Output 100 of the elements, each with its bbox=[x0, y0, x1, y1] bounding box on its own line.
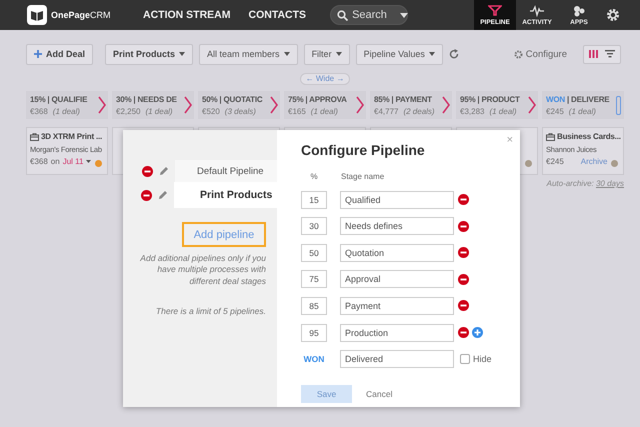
deal-count: (1 deal) bbox=[568, 107, 596, 116]
cancel-button[interactable]: Cancel bbox=[366, 389, 392, 400]
percent-field[interactable]: 15 bbox=[301, 190, 327, 209]
pipeline-tab[interactable]: Print Products bbox=[174, 182, 277, 208]
help-text: Add aditional pipelines only if you have multiple processes with different deal stages bbox=[139, 252, 267, 288]
stage-name-field[interactable]: Qualified bbox=[340, 190, 454, 209]
hide-label: Hide bbox=[473, 354, 492, 364]
chevron-icon bbox=[98, 96, 106, 114]
stage-percent: 50% bbox=[202, 95, 218, 104]
columns-view-button[interactable] bbox=[589, 50, 599, 58]
stage-percent: 30% bbox=[116, 95, 132, 104]
stage-percent: 95% bbox=[460, 95, 476, 104]
percent-field[interactable]: 95 bbox=[301, 324, 327, 342]
stage-header[interactable]: 30% | NEEDS DE €2,250 (1 deal) bbox=[112, 91, 194, 119]
filter-dropdown[interactable]: All team members bbox=[199, 44, 298, 64]
deal-title: Business Cards... bbox=[557, 132, 621, 141]
stage-header[interactable]: 15% | QUALIFIE €368 (1 deal) bbox=[26, 91, 108, 119]
deal-count: (1 deal) bbox=[145, 107, 173, 116]
dialog-title: Configure Pipeline bbox=[301, 142, 426, 158]
filter-dropdown[interactable]: Print Products bbox=[105, 44, 194, 64]
stage-header[interactable]: 50% | QUOTATIC €520 (3 deals) bbox=[198, 91, 280, 119]
on-label: on bbox=[50, 157, 60, 166]
stage-header[interactable]: 95% | PRODUCT €3,283 (1 deal) bbox=[456, 91, 538, 119]
remove-icon[interactable] bbox=[458, 300, 469, 312]
close-date[interactable]: Jul 11 bbox=[62, 157, 84, 166]
chevron-icon bbox=[356, 96, 364, 114]
stage-header[interactable]: 75% | APPROVA €165 (1 deal) bbox=[284, 91, 366, 119]
stage-name: | QUOTATIC bbox=[219, 95, 262, 104]
briefcase-icon bbox=[546, 132, 555, 140]
funnel-view-button[interactable] bbox=[605, 50, 615, 58]
stage-name: | APPROVA bbox=[305, 95, 347, 104]
deal-count: (1 deal) bbox=[310, 107, 338, 116]
caret-icon bbox=[179, 52, 186, 56]
pipeline-tab[interactable]: Default Pipeline bbox=[175, 160, 277, 182]
add-icon[interactable] bbox=[472, 327, 483, 338]
pencil-icon[interactable] bbox=[159, 166, 169, 176]
stage-name-field[interactable]: Quotation bbox=[340, 244, 454, 262]
stage-percent: WON bbox=[546, 95, 565, 104]
stage-percent: 15% bbox=[30, 95, 46, 104]
percent-field[interactable]: 85 bbox=[301, 296, 327, 315]
won-label: WON bbox=[302, 354, 326, 364]
nav-link[interactable]: CONTACTS bbox=[248, 9, 306, 21]
stage-percent: 75% bbox=[288, 95, 304, 104]
percent-field[interactable]: 75 bbox=[301, 270, 327, 288]
stage-amount: €4,777 bbox=[374, 107, 398, 116]
remove-icon[interactable] bbox=[458, 327, 469, 338]
stage-name: | PRODUCT bbox=[477, 95, 520, 104]
remove-icon[interactable] bbox=[458, 194, 469, 206]
filter-dropdown[interactable]: Pipeline Values bbox=[356, 44, 443, 64]
nav-link[interactable]: ACTION STREAM bbox=[143, 9, 230, 21]
refresh-icon[interactable] bbox=[448, 49, 459, 59]
percent-field[interactable]: 30 bbox=[301, 217, 327, 236]
hide-checkbox[interactable] bbox=[460, 354, 470, 364]
deal-title: 3D XTRM Print ... bbox=[41, 132, 102, 141]
caret-icon bbox=[336, 52, 342, 56]
stage-name: | NEEDS DE bbox=[133, 95, 177, 104]
percent-field[interactable]: 50 bbox=[301, 244, 327, 262]
filter-dropdown[interactable]: Filter bbox=[304, 44, 350, 64]
stage-name-field[interactable]: Production bbox=[340, 324, 454, 342]
remove-icon[interactable] bbox=[458, 274, 469, 285]
deal-amount: €245 bbox=[546, 157, 564, 166]
search-bar[interactable]: Search bbox=[330, 5, 408, 25]
caret-icon bbox=[284, 52, 290, 56]
caret-icon bbox=[400, 12, 408, 18]
add-deal-button[interactable]: Add Deal bbox=[26, 44, 94, 64]
stage-percent: 85% bbox=[374, 95, 390, 104]
logo-icon bbox=[27, 5, 47, 25]
deal-count: (2 deals) bbox=[403, 107, 435, 116]
limit-note: There is a limit of 5 pipelines. bbox=[154, 305, 267, 318]
deal-amount: €368 bbox=[30, 157, 48, 166]
columns-icon bbox=[589, 50, 599, 58]
stage-name-field[interactable]: Approval bbox=[340, 270, 454, 288]
deal-count: (3 deals) bbox=[224, 107, 256, 116]
stage-amount: €520 bbox=[202, 107, 220, 116]
chevron-icon bbox=[442, 96, 450, 114]
remove-icon[interactable] bbox=[141, 190, 152, 200]
stage-name-field[interactable]: Payment bbox=[340, 296, 454, 315]
chevron-icon bbox=[184, 96, 192, 114]
pencil-icon[interactable] bbox=[158, 190, 168, 200]
stage-name: | DELIVERE bbox=[566, 95, 610, 104]
stage-header[interactable]: WON | DELIVERE €245 (1 deal) bbox=[542, 91, 624, 119]
stage-header[interactable]: 85% | PAYMENT €4,777 (2 deals) bbox=[370, 91, 452, 119]
stage-name: | QUALIFIE bbox=[47, 95, 88, 104]
chevron-icon bbox=[528, 96, 536, 114]
stage-amount: €3,283 bbox=[460, 107, 484, 116]
stage-name-field[interactable]: Needs defines bbox=[340, 217, 454, 236]
stage-name-field[interactable]: Delivered bbox=[340, 350, 454, 368]
auto-archive-label: Auto-archive: bbox=[546, 179, 595, 188]
configure-button[interactable]: Configure bbox=[514, 48, 567, 60]
column-header: Stage name bbox=[341, 172, 384, 182]
column-header: % bbox=[309, 172, 319, 182]
filter-icon bbox=[488, 4, 502, 16]
settings-icon[interactable] bbox=[606, 8, 620, 22]
stage-amount: €165 bbox=[288, 107, 306, 116]
remove-icon[interactable] bbox=[458, 220, 469, 232]
deal-count: (1 deal) bbox=[52, 107, 80, 116]
remove-icon[interactable] bbox=[142, 166, 153, 176]
search-field[interactable]: Search bbox=[352, 9, 396, 21]
remove-icon[interactable] bbox=[458, 247, 469, 258]
stage-amount: €368 bbox=[30, 107, 48, 116]
